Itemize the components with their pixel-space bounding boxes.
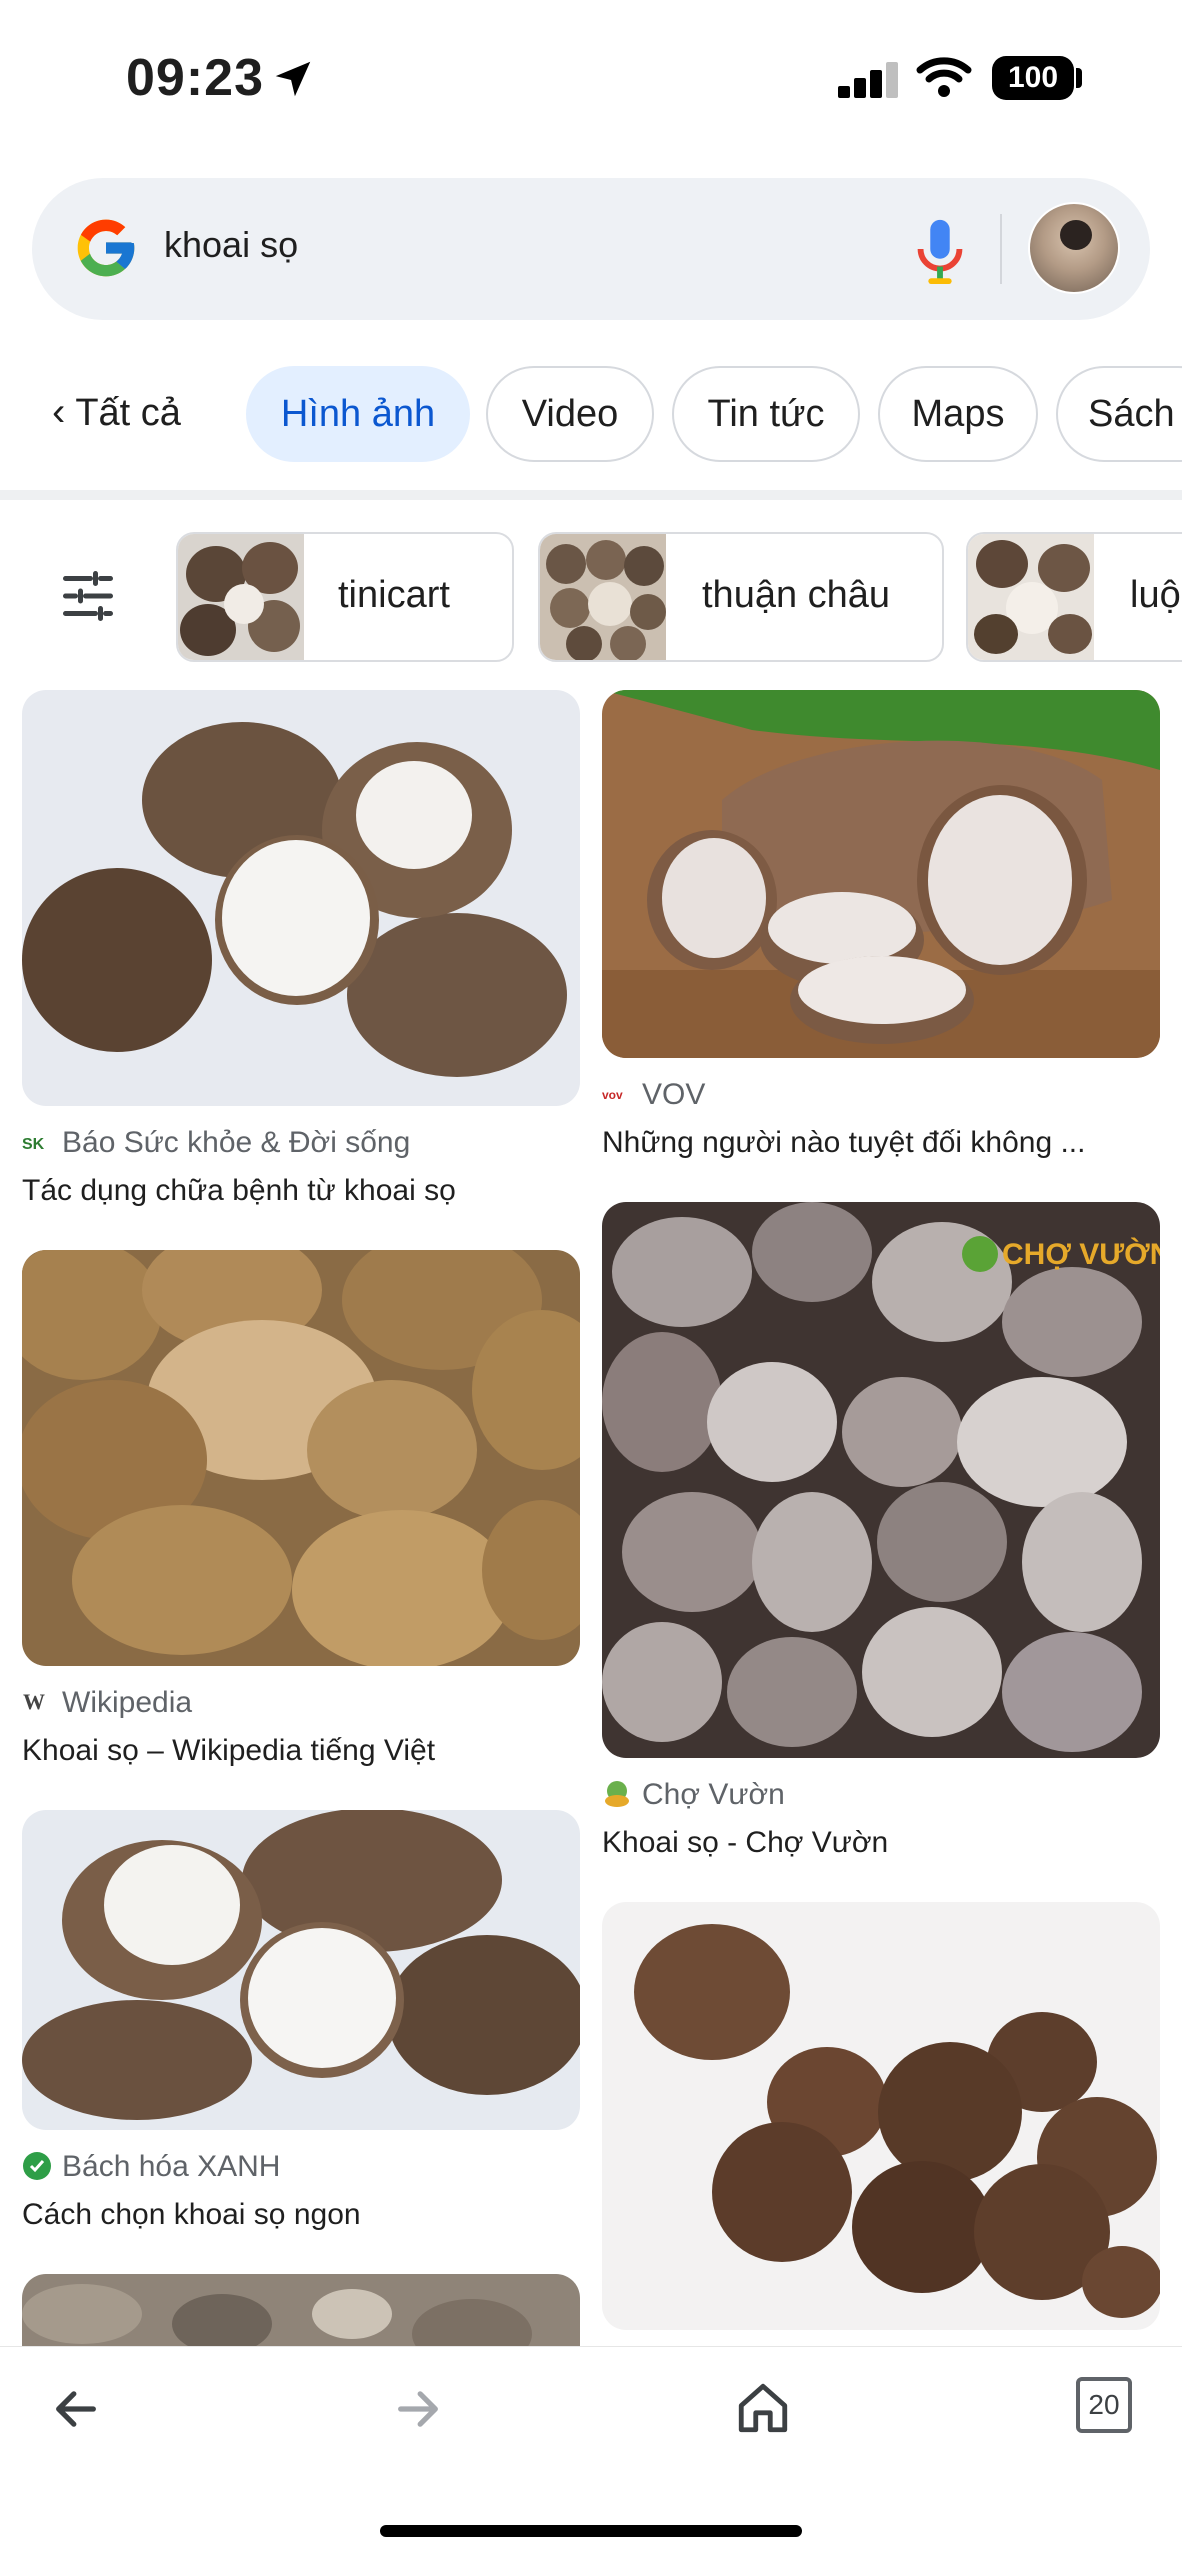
tab-all[interactable]: ‹ Tất cả — [52, 390, 181, 435]
microphone-icon[interactable] — [912, 216, 968, 286]
tab-news[interactable]: Tin tức — [672, 366, 860, 462]
filter-chip-tinicart[interactable]: tinicart — [176, 532, 514, 662]
result-source: W Wikipedia — [22, 1686, 192, 1720]
chevron-left-icon: ‹ — [52, 390, 66, 434]
filter-chips: tinicart thuận châu luộ — [0, 530, 1182, 666]
battery-icon: 100 — [992, 56, 1074, 100]
home-indicator — [380, 2525, 802, 2537]
tab-video[interactable]: Video — [486, 366, 654, 462]
result-source: SK Báo Sức khỏe & Đời sống — [22, 1126, 410, 1160]
tune-icon[interactable] — [58, 566, 118, 626]
wifi-icon — [916, 57, 972, 97]
result-image[interactable] — [602, 690, 1160, 1058]
result-source: Chợ Vườn — [602, 1778, 785, 1812]
tab-books[interactable]: Sách — [1056, 366, 1182, 462]
result-source-label: Báo Sức khỏe & Đời sống — [62, 1126, 411, 1159]
status-bar: 09:23 100 — [0, 0, 1182, 160]
avatar[interactable] — [1028, 202, 1120, 294]
search-divider — [1000, 214, 1002, 284]
result-image[interactable] — [22, 690, 580, 1106]
search-tabs: ‹ Tất cả Hình ảnh Video Tin tức Maps Sách — [0, 362, 1182, 466]
chip-thumbnail — [178, 534, 304, 660]
bach-hoa-xanh-icon — [23, 2152, 51, 2180]
tab-maps[interactable]: Maps — [878, 366, 1038, 462]
forward-arrow-icon[interactable] — [392, 2383, 444, 2435]
source-favicon-icon: SK — [22, 1136, 45, 1153]
tab-all-label: Tất cả — [75, 392, 181, 434]
svg-text:SK: SK — [22, 1136, 45, 1153]
watermark-text: CHỢ VƯỜN — [1002, 1237, 1160, 1271]
svg-text:vov: vov — [602, 1088, 623, 1102]
search-query[interactable]: khoai sọ — [164, 224, 298, 266]
back-arrow-icon[interactable] — [50, 2383, 102, 2435]
cellular-signal-icon — [838, 62, 898, 98]
home-icon[interactable] — [734, 2379, 792, 2437]
svg-text:W: W — [23, 1689, 45, 1714]
section-divider — [0, 490, 1182, 500]
chip-thumbnail — [968, 534, 1094, 660]
tabs-icon[interactable]: 20 — [1076, 2377, 1132, 2433]
result-image[interactable]: CHỢ VƯỜN — [602, 1202, 1160, 1758]
result-source-label: Wikipedia — [62, 1686, 193, 1719]
vov-logo-icon: vov — [602, 1088, 623, 1102]
result-title[interactable]: Khoai sọ – Wikipedia tiếng Việt — [22, 1734, 580, 1768]
result-image[interactable] — [602, 1902, 1160, 2330]
tab-images[interactable]: Hình ảnh — [246, 366, 470, 462]
battery-tip — [1076, 68, 1082, 88]
filter-chip-thuan-chau[interactable]: thuận châu — [538, 532, 944, 662]
wikipedia-icon: W — [23, 1689, 45, 1714]
location-arrow-icon — [275, 61, 311, 97]
status-time: 09:23 — [126, 49, 264, 107]
cho-vuon-icon — [605, 1781, 629, 1807]
result-source-label: VOV — [642, 1078, 706, 1111]
result-source: Bách hóa XANH — [22, 2150, 280, 2184]
search-bar[interactable]: khoai sọ — [32, 178, 1150, 320]
result-source: vov VOV — [602, 1078, 705, 1112]
filter-chip-label: luộ — [1130, 574, 1181, 616]
bottom-toolbar: 20 — [0, 2346, 1182, 2561]
result-image[interactable] — [22, 1250, 580, 1666]
result-title[interactable]: Những người nào tuyệt đối không ... — [602, 1126, 1160, 1160]
filter-chip-luoc[interactable]: luộ — [966, 532, 1182, 662]
result-title[interactable]: Cách chọn khoai sọ ngon — [22, 2198, 580, 2232]
result-image[interactable] — [22, 1810, 580, 2130]
filter-chip-label: thuận châu — [702, 574, 891, 616]
result-title[interactable]: Tác dụng chữa bệnh từ khoai sọ — [22, 1174, 580, 1208]
result-source-label: Chợ Vườn — [642, 1778, 785, 1811]
result-title[interactable]: Khoai sọ - Chợ Vườn — [602, 1826, 1160, 1860]
result-source-label: Bách hóa XANH — [62, 2150, 281, 2183]
google-logo-icon — [77, 219, 135, 277]
chip-thumbnail — [540, 534, 666, 660]
filter-chip-label: tinicart — [338, 574, 450, 616]
